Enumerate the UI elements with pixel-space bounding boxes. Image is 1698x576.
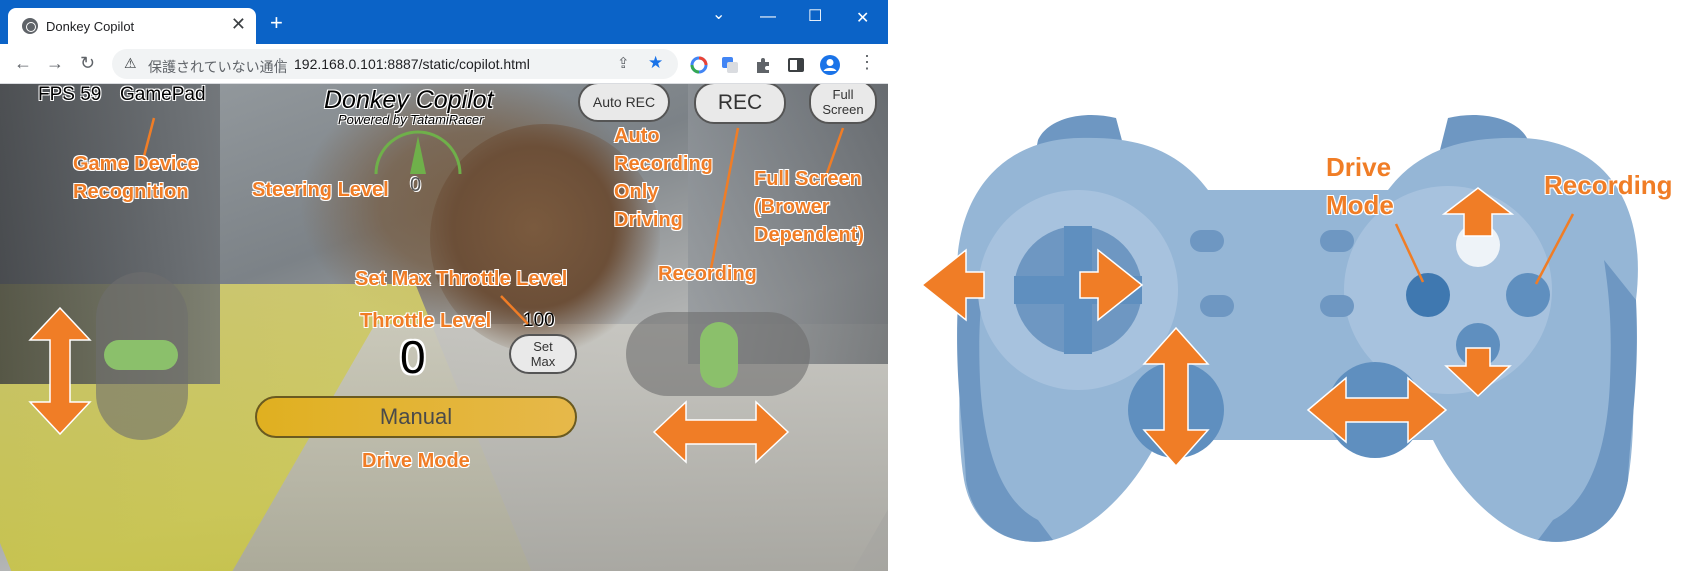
translate-icon[interactable]: [721, 56, 739, 74]
button-right: [1506, 273, 1550, 317]
auto-rec-button[interactable]: Auto REC: [578, 84, 670, 122]
security-label[interactable]: 保護されていない通信: [148, 57, 288, 77]
annotation-auto-rec: Auto Recording Only Driving: [614, 122, 713, 234]
set-max-button[interactable]: Set Max: [509, 334, 577, 374]
url-text[interactable]: 192.168.0.101:8887/static/copilot.html: [294, 56, 530, 72]
annotation-recording: Recording: [658, 263, 757, 285]
maximize-button[interactable]: ☐: [808, 6, 822, 26]
annotation-game-device-1: Game Device: [73, 153, 199, 175]
drive-mode-button[interactable]: Manual: [255, 396, 577, 438]
annotation-full-screen: Full Screen (Brower Dependent): [754, 165, 864, 249]
gamepad-illustration: [920, 114, 1638, 542]
set-max-label-2: Max: [530, 354, 556, 369]
annotation-drive-mode: Drive Mode: [362, 450, 470, 472]
copilot-camera-view: FPS 59 GamePad Donkey Copilot Powered by…: [0, 84, 888, 571]
annotation-diagram-recording: Recording: [1544, 170, 1673, 200]
browser-window: Donkey Copilot ✕ + ⌄ — ☐ ✕ ← → ↻ ⚠ 保護されて…: [0, 0, 888, 571]
new-tab-button[interactable]: +: [270, 12, 283, 34]
throttle-slider-knob[interactable]: [104, 340, 178, 370]
browser-menu-icon[interactable]: ⋮: [858, 53, 876, 71]
max-throttle-value: 100: [523, 310, 555, 331]
set-max-label-1: Set: [533, 339, 553, 354]
tab-bar: Donkey Copilot ✕ + ⌄ — ☐ ✕: [0, 0, 888, 44]
annotation-throttle-level: Throttle Level: [360, 310, 492, 332]
gamepad-diagram: Drive Mode Recording: [888, 0, 1698, 571]
start-button: [1320, 230, 1354, 252]
app-subtitle: Powered by TatamiRacer: [338, 112, 484, 127]
steering-gauge: [374, 130, 462, 175]
side-panel-icon[interactable]: [787, 56, 805, 74]
center-button-right: [1320, 295, 1354, 317]
steering-value: 0: [410, 174, 422, 196]
annotation-auto-rec-3: Only: [614, 181, 659, 203]
annotation-auto-rec-1: Auto: [614, 125, 660, 147]
address-separator: |: [278, 55, 282, 71]
steering-slider-knob[interactable]: [700, 322, 738, 388]
rec-button[interactable]: REC: [694, 84, 786, 124]
address-bar[interactable]: ⚠ 保護されていない通信 | 192.168.0.101:8887/static…: [112, 49, 678, 79]
annotation-steering-level: Steering Level: [252, 179, 389, 201]
annotation-full-screen-3: Dependent): [754, 224, 864, 246]
annotation-game-device-2: Recognition: [73, 181, 189, 203]
full-screen-button[interactable]: Full Screen: [809, 84, 877, 124]
close-window-button[interactable]: ✕: [856, 8, 869, 28]
tab-donkey-copilot[interactable]: Donkey Copilot ✕: [8, 8, 256, 44]
fps-counter: FPS 59: [38, 84, 102, 105]
annotation-full-screen-2: (Brower: [754, 196, 830, 218]
center-button-left: [1200, 295, 1234, 317]
warning-icon[interactable]: ⚠: [124, 55, 137, 72]
google-extension-icon[interactable]: [690, 56, 708, 74]
annotation-game-device: Game Device Recognition: [73, 150, 199, 206]
minimize-button[interactable]: —: [760, 8, 776, 26]
reload-button[interactable]: ↻: [80, 54, 95, 72]
annotation-diagram-drive-mode-1: Drive: [1326, 152, 1392, 182]
globe-icon: [22, 18, 38, 34]
app-title: Donkey Copilot: [324, 86, 494, 114]
annotation-full-screen-1: Full Screen: [754, 168, 862, 190]
annotation-set-max: Set Max Throttle Level: [355, 268, 568, 290]
full-screen-label-2: Screen: [822, 102, 864, 117]
share-icon[interactable]: ⇪: [617, 54, 630, 72]
browser-toolbar: ← → ↻ ⚠ 保護されていない通信 | 192.168.0.101:8887/…: [0, 44, 888, 84]
annotation-diagram-drive-mode-2: Mode: [1326, 190, 1394, 220]
device-status: GamePad: [120, 84, 206, 105]
annotation-auto-rec-2: Recording: [614, 153, 713, 175]
forward-button[interactable]: →: [46, 54, 64, 72]
tab-search-icon[interactable]: ⌄: [712, 4, 725, 24]
full-screen-label-1: Full: [832, 87, 854, 102]
annotation-auto-rec-4: Driving: [614, 209, 683, 231]
tab-title: Donkey Copilot: [46, 19, 135, 34]
annotation-diagram-drive-mode: Drive Mode: [1326, 148, 1394, 224]
extensions-puzzle-icon[interactable]: [754, 56, 772, 74]
close-tab-icon[interactable]: ✕: [231, 15, 246, 33]
throttle-value: 0: [400, 331, 426, 383]
back-button[interactable]: ←: [14, 54, 32, 72]
star-icon[interactable]: ★: [648, 53, 663, 73]
button-left: [1406, 273, 1450, 317]
select-button: [1190, 230, 1224, 252]
profile-avatar-icon[interactable]: [820, 55, 840, 75]
